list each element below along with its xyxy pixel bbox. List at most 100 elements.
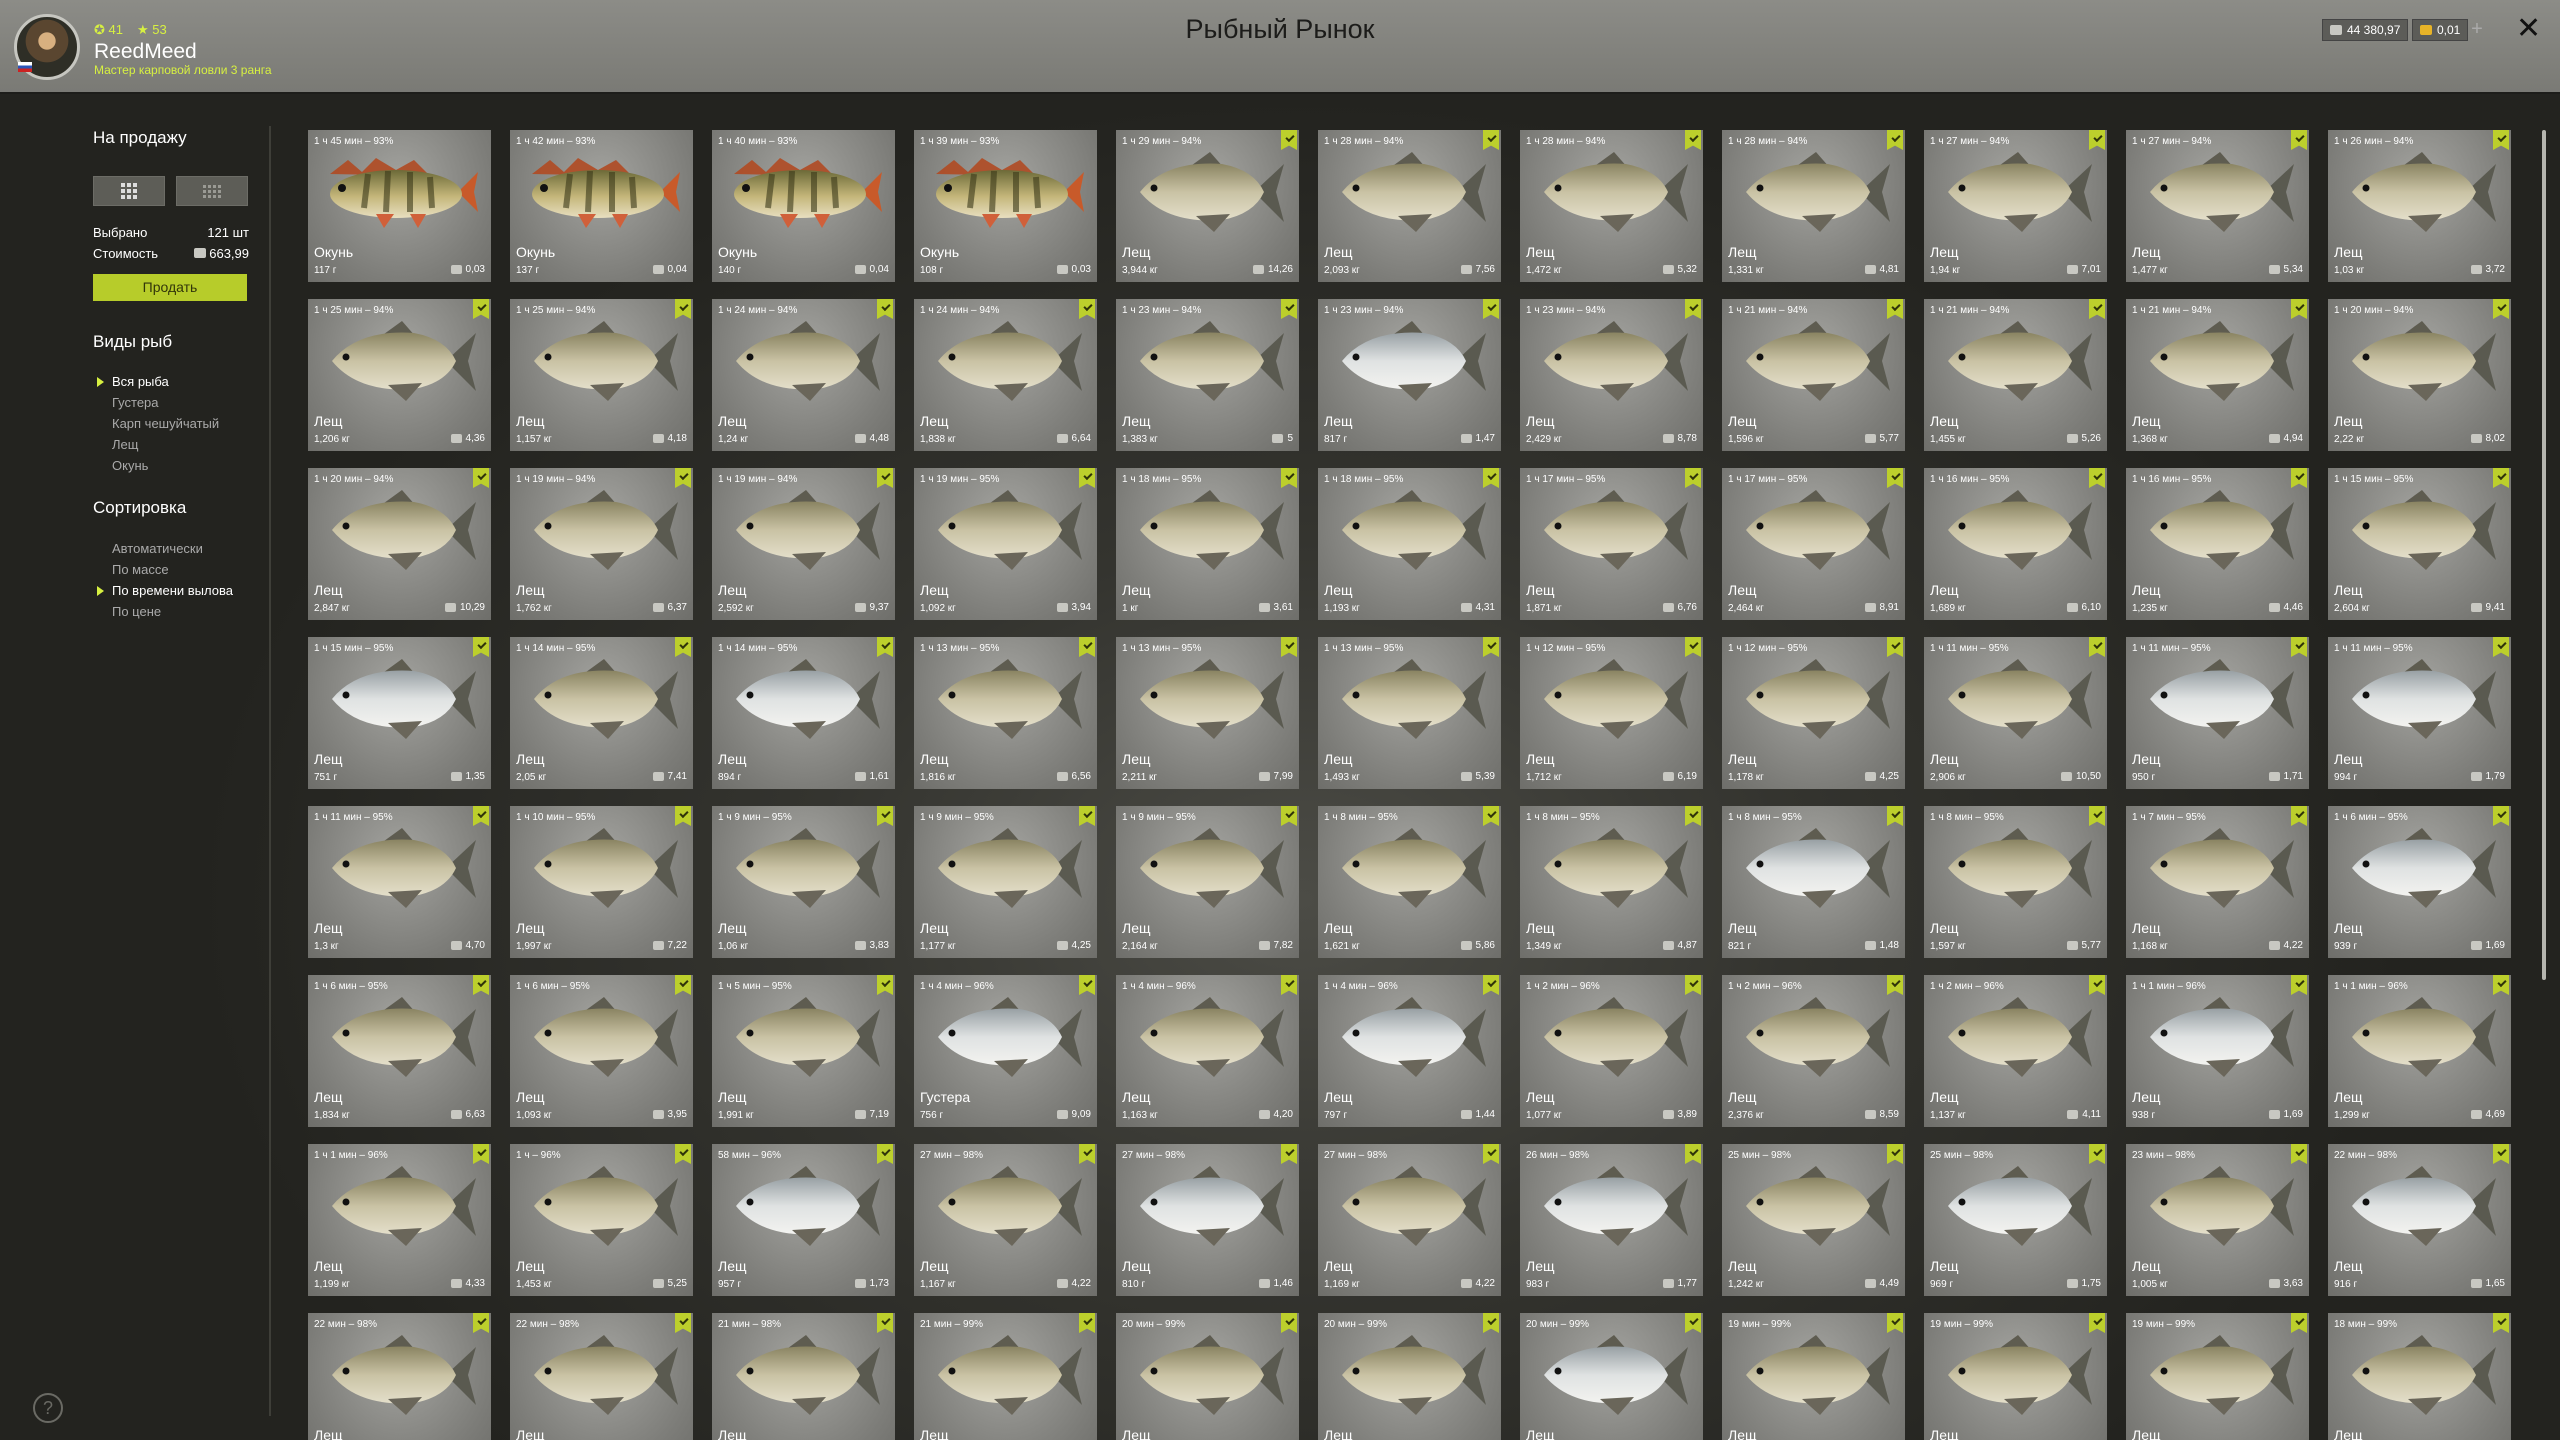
bookmark-check-icon[interactable]: [1483, 299, 1499, 319]
bookmark-check-icon[interactable]: [675, 637, 691, 657]
bookmark-check-icon[interactable]: [1483, 468, 1499, 488]
bookmark-check-icon[interactable]: [877, 299, 893, 319]
bookmark-check-icon[interactable]: [877, 468, 893, 488]
bookmark-check-icon[interactable]: [1887, 975, 1903, 995]
fish-card[interactable]: 1 ч 1 мин – 96% Лещ 1,299 кг 4,69: [2328, 975, 2511, 1127]
bookmark-check-icon[interactable]: [1079, 637, 1095, 657]
fish-card[interactable]: 1 ч 23 мин – 94% Лещ 2,429 кг 8,78: [1520, 299, 1703, 451]
fish-card[interactable]: 1 ч 8 мин – 95% Лещ 821 г 1,48: [1722, 806, 1905, 958]
fish-card[interactable]: 20 мин – 99% Лещ: [1520, 1313, 1703, 1440]
fish-card[interactable]: 1 ч 2 мин – 96% Лещ 2,376 кг 8,59: [1722, 975, 1905, 1127]
bookmark-check-icon[interactable]: [1887, 806, 1903, 826]
bookmark-check-icon[interactable]: [1483, 806, 1499, 826]
bookmark-check-icon[interactable]: [1281, 975, 1297, 995]
fish-card[interactable]: 1 ч 11 мин – 95% Лещ 950 г 1,71: [2126, 637, 2309, 789]
fish-card[interactable]: 1 ч 8 мин – 95% Лещ 1,597 кг 5,77: [1924, 806, 2107, 958]
bookmark-check-icon[interactable]: [1887, 637, 1903, 657]
fish-card[interactable]: 1 ч 20 мин – 94% Лещ 2,847 кг 10,29: [308, 468, 491, 620]
close-icon[interactable]: ✕: [2516, 14, 2541, 44]
bookmark-check-icon[interactable]: [473, 299, 489, 319]
fish-card[interactable]: 1 ч 23 мин – 94% Лещ 817 г 1,47: [1318, 299, 1501, 451]
fish-card[interactable]: 1 ч – 96% Лещ 1,453 кг 5,25: [510, 1144, 693, 1296]
fish-card[interactable]: 1 ч 19 мин – 94% Лещ 2,592 кг 9,37: [712, 468, 895, 620]
bookmark-check-icon[interactable]: [1685, 806, 1701, 826]
fish-card[interactable]: 1 ч 21 мин – 94% Лещ 1,455 кг 5,26: [1924, 299, 2107, 451]
sort-auto[interactable]: Автоматически: [112, 541, 203, 556]
fish-card[interactable]: 22 мин – 98% Лещ: [308, 1313, 491, 1440]
fish-card[interactable]: 21 мин – 99% Лещ: [914, 1313, 1097, 1440]
fish-card[interactable]: 1 ч 12 мин – 95% Лещ 1,712 кг 6,19: [1520, 637, 1703, 789]
bookmark-check-icon[interactable]: [2291, 130, 2307, 150]
bookmark-check-icon[interactable]: [877, 637, 893, 657]
fish-card[interactable]: 1 ч 2 мин – 96% Лещ 1,137 кг 4,11: [1924, 975, 2107, 1127]
bookmark-check-icon[interactable]: [1685, 975, 1701, 995]
bookmark-check-icon[interactable]: [473, 806, 489, 826]
sort-by-price[interactable]: По цене: [112, 604, 161, 619]
bookmark-check-icon[interactable]: [1685, 130, 1701, 150]
bookmark-check-icon[interactable]: [2089, 130, 2105, 150]
fish-card[interactable]: 1 ч 6 мин – 95% Лещ 1,834 кг 6,63: [308, 975, 491, 1127]
sell-button[interactable]: Продать: [93, 274, 247, 301]
fish-card[interactable]: 1 ч 25 мин – 94% Лещ 1,157 кг 4,18: [510, 299, 693, 451]
fish-card[interactable]: 1 ч 21 мин – 94% Лещ 1,596 кг 5,77: [1722, 299, 1905, 451]
fish-card[interactable]: 1 ч 17 мин – 95% Лещ 1,871 кг 6,76: [1520, 468, 1703, 620]
bookmark-check-icon[interactable]: [675, 975, 691, 995]
bookmark-check-icon[interactable]: [1483, 1313, 1499, 1333]
bookmark-check-icon[interactable]: [1887, 1144, 1903, 1164]
fish-card[interactable]: 20 мин – 99% Лещ: [1318, 1313, 1501, 1440]
fish-card[interactable]: 1 ч 28 мин – 94% Лещ 2,093 кг 7,56: [1318, 130, 1501, 282]
bookmark-check-icon[interactable]: [473, 975, 489, 995]
fish-card[interactable]: 1 ч 16 мин – 95% Лещ 1,689 кг 6,10: [1924, 468, 2107, 620]
fish-card[interactable]: 1 ч 18 мин – 95% Лещ 1,193 кг 4,31: [1318, 468, 1501, 620]
bookmark-check-icon[interactable]: [2291, 637, 2307, 657]
bookmark-check-icon[interactable]: [877, 1313, 893, 1333]
bookmark-check-icon[interactable]: [2493, 299, 2509, 319]
bookmark-check-icon[interactable]: [1281, 1144, 1297, 1164]
fish-card[interactable]: 1 ч 5 мин – 95% Лещ 1,991 кг 7,19: [712, 975, 895, 1127]
fish-card[interactable]: 1 ч 4 мин – 96% Лещ 797 г 1,44: [1318, 975, 1501, 1127]
fish-card[interactable]: 1 ч 1 мин – 96% Лещ 938 г 1,69: [2126, 975, 2309, 1127]
bookmark-check-icon[interactable]: [2493, 130, 2509, 150]
bookmark-check-icon[interactable]: [1887, 1313, 1903, 1333]
fish-card[interactable]: 1 ч 40 мин – 93% Окунь 140 г 0,04: [712, 130, 895, 282]
fish-card[interactable]: 22 мин – 98% Лещ: [510, 1313, 693, 1440]
fish-card[interactable]: 27 мин – 98% Лещ 810 г 1,46: [1116, 1144, 1299, 1296]
fish-card[interactable]: 25 мин – 98% Лещ 969 г 1,75: [1924, 1144, 2107, 1296]
bookmark-check-icon[interactable]: [2089, 468, 2105, 488]
bookmark-check-icon[interactable]: [1685, 468, 1701, 488]
bookmark-check-icon[interactable]: [2089, 1144, 2105, 1164]
fish-card[interactable]: 1 ч 27 мин – 94% Лещ 1,477 кг 5,34: [2126, 130, 2309, 282]
bookmark-check-icon[interactable]: [675, 468, 691, 488]
bookmark-check-icon[interactable]: [1281, 637, 1297, 657]
bookmark-check-icon[interactable]: [2089, 975, 2105, 995]
fish-card[interactable]: 1 ч 13 мин – 95% Лещ 2,211 кг 7,99: [1116, 637, 1299, 789]
bookmark-check-icon[interactable]: [1887, 130, 1903, 150]
bookmark-check-icon[interactable]: [1281, 1313, 1297, 1333]
fish-card[interactable]: 1 ч 39 мин – 93% Окунь 108 г 0,03: [914, 130, 1097, 282]
species-perch[interactable]: Окунь: [112, 458, 148, 473]
fish-card[interactable]: 58 мин – 96% Лещ 957 г 1,73: [712, 1144, 895, 1296]
fish-card[interactable]: 21 мин – 98% Лещ: [712, 1313, 895, 1440]
fish-card[interactable]: 1 ч 24 мин – 94% Лещ 1,24 кг 4,48: [712, 299, 895, 451]
fish-card[interactable]: 26 мин – 98% Лещ 983 г 1,77: [1520, 1144, 1703, 1296]
fish-card[interactable]: 1 ч 16 мин – 95% Лещ 1,235 кг 4,46: [2126, 468, 2309, 620]
fish-card[interactable]: 1 ч 9 мин – 95% Лещ 1,177 кг 4,25: [914, 806, 1097, 958]
fish-card[interactable]: 1 ч 12 мин – 95% Лещ 1,178 кг 4,25: [1722, 637, 1905, 789]
bookmark-check-icon[interactable]: [2493, 975, 2509, 995]
bookmark-check-icon[interactable]: [1483, 975, 1499, 995]
bookmark-check-icon[interactable]: [1281, 130, 1297, 150]
bookmark-check-icon[interactable]: [473, 468, 489, 488]
fish-card[interactable]: 1 ч 28 мин – 94% Лещ 1,331 кг 4,81: [1722, 130, 1905, 282]
fish-card[interactable]: 1 ч 4 мин – 96% Лещ 1,163 кг 4,20: [1116, 975, 1299, 1127]
fish-card[interactable]: 1 ч 13 мин – 95% Лещ 1,493 кг 5,39: [1318, 637, 1501, 789]
fish-card[interactable]: 1 ч 11 мин – 95% Лещ 2,906 кг 10,50: [1924, 637, 2107, 789]
bookmark-check-icon[interactable]: [1685, 637, 1701, 657]
bookmark-check-icon[interactable]: [1281, 299, 1297, 319]
fish-card[interactable]: 1 ч 23 мин – 94% Лещ 1,383 кг 5: [1116, 299, 1299, 451]
fish-card[interactable]: 1 ч 2 мин – 96% Лещ 1,077 кг 3,89: [1520, 975, 1703, 1127]
bookmark-check-icon[interactable]: [1079, 975, 1095, 995]
species-gustera[interactable]: Густера: [112, 395, 159, 410]
bookmark-check-icon[interactable]: [877, 806, 893, 826]
fish-card[interactable]: 1 ч 7 мин – 95% Лещ 1,168 кг 4,22: [2126, 806, 2309, 958]
bookmark-check-icon[interactable]: [1887, 299, 1903, 319]
